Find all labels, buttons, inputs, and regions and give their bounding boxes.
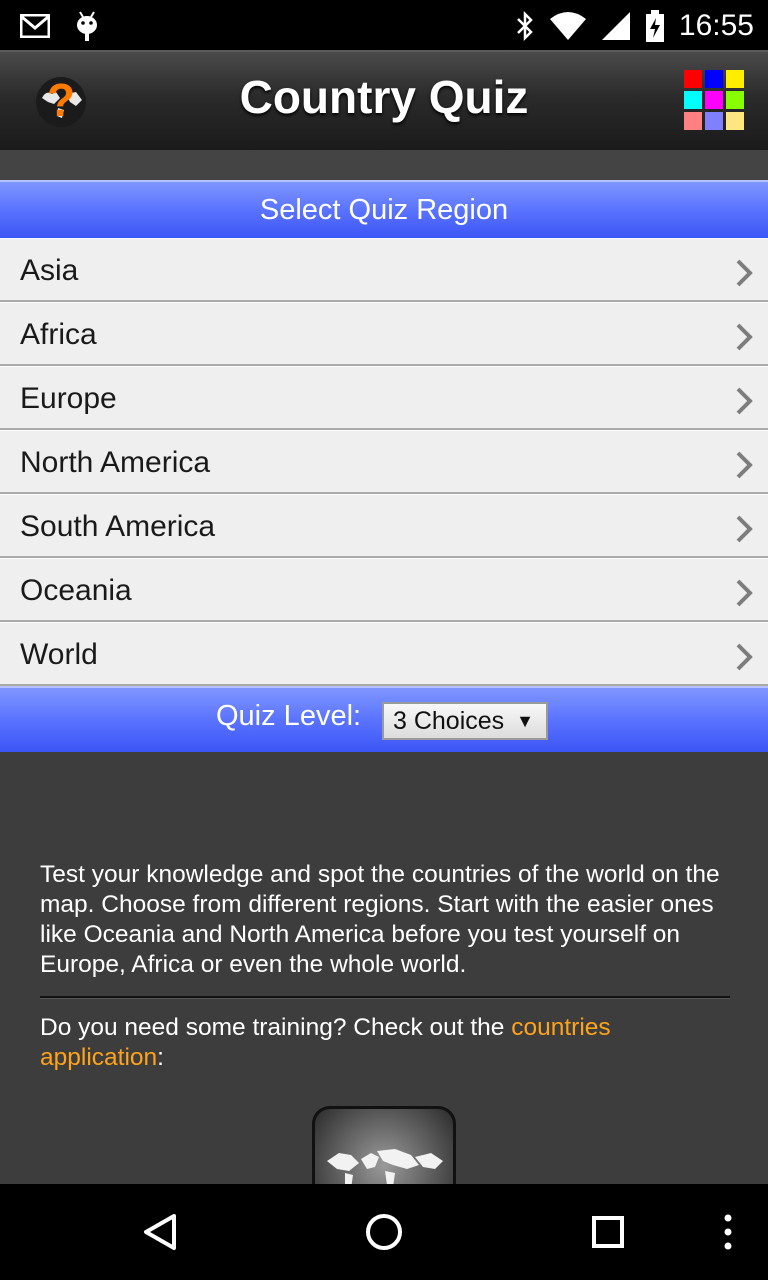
battery-charging-icon bbox=[645, 10, 664, 42]
cell-signal-icon bbox=[601, 12, 630, 40]
bluetooth-icon bbox=[517, 10, 533, 42]
overflow-menu-icon[interactable] bbox=[704, 1208, 752, 1256]
quiz-level-label: Quiz Level: bbox=[216, 700, 362, 732]
region-label: North America bbox=[20, 446, 211, 479]
region-label: South America bbox=[20, 510, 216, 543]
chevron-right-icon bbox=[736, 451, 753, 479]
status-bar: 16:55 bbox=[0, 0, 768, 50]
app-header: ? Country Quiz bbox=[0, 50, 768, 150]
training-suffix: : bbox=[157, 1044, 164, 1071]
grid-cell bbox=[726, 91, 744, 109]
grid-cell bbox=[705, 70, 723, 88]
chevron-right-icon bbox=[736, 323, 753, 351]
region-list: Asia Africa Europe North America South Ameri… bbox=[0, 238, 768, 686]
region-item-oceania[interactable]: Oceania bbox=[0, 558, 768, 622]
grid-cell bbox=[705, 91, 723, 109]
back-icon[interactable] bbox=[136, 1208, 184, 1256]
grid-cell bbox=[684, 112, 702, 130]
status-time: 16:55 bbox=[678, 9, 754, 42]
android-debug-icon bbox=[77, 11, 97, 41]
quiz-level-select[interactable]: 3 Choices ▼ bbox=[382, 702, 548, 740]
dropdown-arrow-icon: ▼ bbox=[516, 711, 534, 731]
region-label: Asia bbox=[20, 254, 79, 287]
gmail-icon bbox=[20, 14, 50, 38]
region-item-asia[interactable]: Asia bbox=[0, 238, 768, 302]
wifi-icon bbox=[549, 12, 586, 40]
region-item-world[interactable]: World bbox=[0, 622, 768, 686]
region-label: World bbox=[20, 638, 98, 671]
region-item-africa[interactable]: Africa bbox=[0, 302, 768, 366]
header-spacer bbox=[0, 150, 768, 180]
region-label: Africa bbox=[20, 318, 97, 351]
region-item-europe[interactable]: Europe bbox=[0, 366, 768, 430]
grid-cell bbox=[726, 112, 744, 130]
region-item-south-america[interactable]: South America bbox=[0, 494, 768, 558]
navigation-bar bbox=[0, 1184, 768, 1280]
color-grid-icon[interactable] bbox=[684, 70, 746, 132]
region-label: Oceania bbox=[20, 574, 132, 607]
description: Test your knowledge and spot the countri… bbox=[40, 860, 730, 1073]
home-icon[interactable] bbox=[360, 1208, 408, 1256]
app-title: Country Quiz bbox=[239, 71, 529, 123]
grid-cell bbox=[684, 91, 702, 109]
intro-text: Test your knowledge and spot the countri… bbox=[40, 861, 720, 978]
region-label: Europe bbox=[20, 382, 117, 415]
chevron-right-icon bbox=[736, 643, 753, 671]
divider bbox=[40, 996, 730, 999]
training-prefix: Do you need some training? Check out the bbox=[40, 1014, 512, 1041]
quiz-level-bar: Quiz Level: 3 Choices ▼ bbox=[0, 686, 768, 752]
training-text: Do you need some training? Check out the… bbox=[40, 1013, 730, 1073]
region-item-north-america[interactable]: North America bbox=[0, 430, 768, 494]
recents-icon[interactable] bbox=[584, 1208, 632, 1256]
chevron-right-icon bbox=[736, 259, 753, 287]
grid-cell bbox=[726, 70, 744, 88]
chevron-right-icon bbox=[736, 515, 753, 543]
grid-cell bbox=[705, 112, 723, 130]
chevron-right-icon bbox=[736, 387, 753, 415]
chevron-right-icon bbox=[736, 579, 753, 607]
quiz-level-value: 3 Choices bbox=[393, 707, 505, 735]
grid-cell bbox=[684, 70, 702, 88]
region-header: Select Quiz Region bbox=[0, 180, 768, 238]
